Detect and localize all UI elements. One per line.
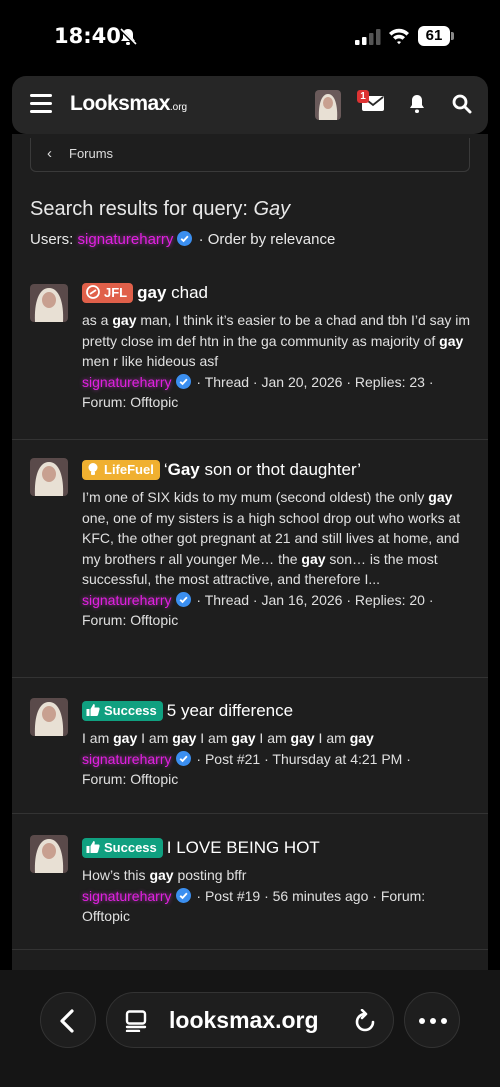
browser-toolbar: looksmax.org [0, 970, 500, 1087]
result-snippet: as a gay man, I think it’s easier to be … [82, 312, 471, 369]
bell-muted-icon [118, 27, 138, 47]
reload-icon[interactable] [354, 1009, 376, 1033]
result-avatar[interactable] [30, 835, 68, 873]
menu-icon[interactable] [30, 94, 52, 114]
address-bar[interactable]: looksmax.org [106, 992, 394, 1048]
prefix-badge: Success [82, 701, 163, 721]
lightbulb-icon [88, 463, 98, 475]
result-title[interactable]: Success I LOVE BEING HOT [82, 837, 472, 859]
verified-badge-icon [175, 750, 191, 766]
result-title[interactable]: Success 5 year difference [82, 700, 472, 722]
bell-icon[interactable] [408, 94, 426, 114]
prefix-badge: LifeFuel [82, 460, 160, 480]
url-text[interactable]: looksmax.org [169, 1007, 319, 1034]
clock: 18:40 [54, 24, 121, 48]
result-snippet: I’m one of SIX kids to my mum (second ol… [82, 489, 461, 587]
main-content: ‹ Forums Search results for query: Gay U… [12, 134, 488, 970]
prefix-badge: Success [82, 838, 163, 858]
site-logo[interactable]: Looksmax.org [70, 92, 187, 116]
result-avatar[interactable] [30, 458, 68, 496]
more-options-button[interactable] [404, 992, 460, 1048]
back-button[interactable] [40, 992, 96, 1048]
result-avatar[interactable] [30, 284, 68, 322]
thumbs-up-icon [86, 841, 100, 853]
cellular-signal-icon [355, 29, 381, 45]
battery-percent: 61 [425, 27, 443, 44]
result-user-link[interactable]: signatureharry [82, 374, 172, 390]
search-query: Gay [253, 198, 291, 220]
result-user-link[interactable]: signatureharry [82, 888, 172, 904]
jfl-icon [86, 285, 100, 299]
result-title[interactable]: JFL gay chad [82, 282, 472, 304]
reader-mode-icon[interactable] [125, 1010, 147, 1032]
result-title[interactable]: LifeFuel ‘Gay son or thot daughter’ [82, 459, 472, 481]
verified-badge-icon [175, 373, 191, 389]
result-meta: signatureharry · Post #19 · 56 minutes a… [82, 887, 426, 924]
wifi-icon [389, 28, 409, 45]
inbox-count-badge: 1 [357, 90, 369, 103]
prefix-badge: JFL [82, 283, 134, 303]
chevron-left-icon [60, 1009, 74, 1033]
search-icon[interactable] [452, 94, 472, 114]
search-filter-line: Users: signatureharry · Order by relevan… [30, 231, 336, 248]
search-result[interactable]: Success I LOVE BEING HOT How’s this gay p… [12, 814, 488, 950]
result-avatar[interactable] [30, 698, 68, 736]
breadcrumb[interactable]: ‹ Forums [30, 138, 470, 172]
result-meta: signatureharry · Post #21 · Thursday at … [82, 750, 411, 787]
user-avatar[interactable] [315, 90, 341, 120]
site-header: Looksmax.org 1 [12, 76, 488, 134]
page-title: Search results for query: Gay [30, 198, 291, 220]
result-snippet: How’s this gay posting bffr [82, 867, 247, 883]
verified-badge-icon [177, 231, 193, 246]
result-snippet: I am gay I am gay I am gay I am gay I am… [82, 730, 374, 746]
battery-icon: 61 [418, 26, 454, 46]
result-meta: signatureharry · Thread · Jan 20, 2026 ·… [82, 373, 434, 410]
result-user-link[interactable]: signatureharry [82, 751, 172, 767]
result-meta: signatureharry · Thread · Jan 16, 2026 ·… [82, 591, 434, 628]
verified-badge-icon [175, 887, 191, 903]
status-bar: 18:40 61 [0, 0, 500, 74]
filter-user-link[interactable]: signatureharry [78, 231, 174, 248]
search-result[interactable]: JFL gay chad as a gay man, I think it’s e… [12, 270, 488, 440]
chevron-left-icon: ‹ [47, 145, 52, 162]
verified-badge-icon [175, 591, 191, 607]
breadcrumb-forums-link[interactable]: Forums [69, 146, 113, 161]
thumbs-up-icon [86, 704, 100, 716]
search-result[interactable]: LifeFuel ‘Gay son or thot daughter’ I’m o… [12, 440, 488, 678]
result-user-link[interactable]: signatureharry [82, 592, 172, 608]
search-result[interactable]: Success 5 year difference I am gay I am g… [12, 678, 488, 814]
